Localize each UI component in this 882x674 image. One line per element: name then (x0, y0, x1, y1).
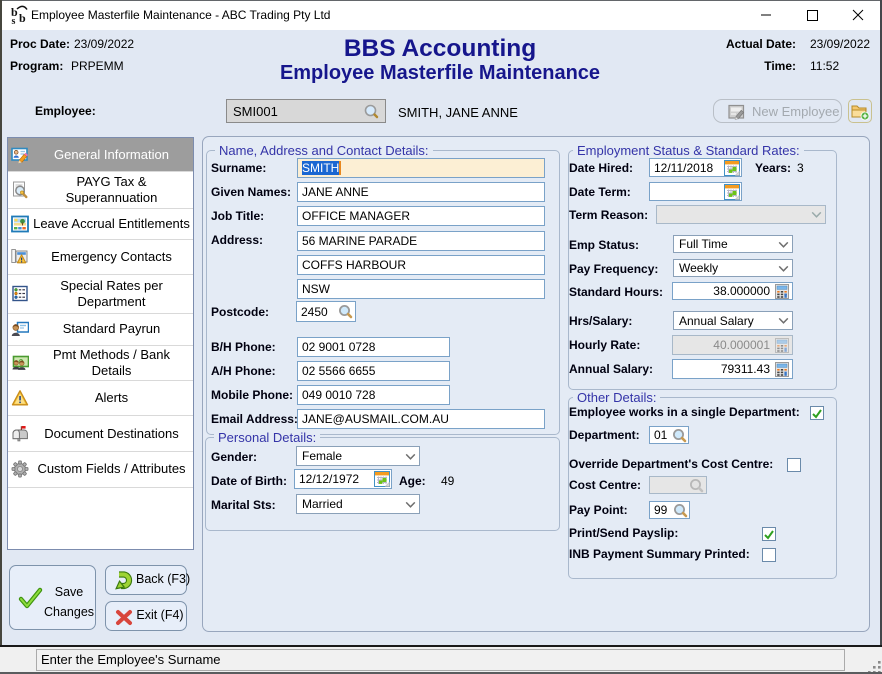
svg-text:s: s (12, 16, 16, 25)
svg-text:b: b (19, 11, 26, 25)
